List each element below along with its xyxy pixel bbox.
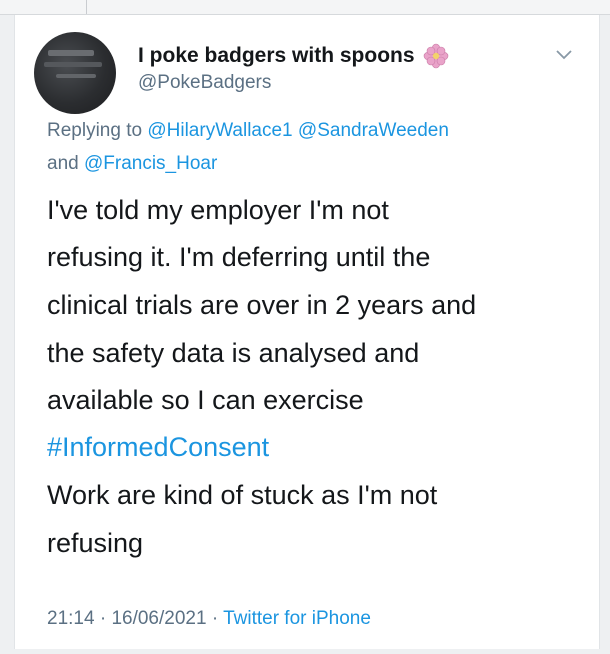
avatar-detail — [56, 74, 96, 78]
tweet-text-line: I've told my employer I'm not — [47, 195, 389, 225]
tweet-meta: 21:14 · 16/06/2021 · Twitter for iPhone — [47, 608, 371, 630]
chevron-down-icon[interactable] — [555, 48, 573, 60]
tweet-date[interactable]: 16/06/2021 — [111, 608, 206, 629]
name-row: I poke badgers with spoons — [138, 43, 449, 69]
mention-link[interactable]: @SandraWeeden — [298, 120, 449, 141]
tweet-text-line: refusing it. I'm deferring until the — [47, 242, 431, 272]
mention-link[interactable]: @HilaryWallace1 — [147, 120, 292, 141]
replying-to-line: and @Francis_Hoar — [47, 153, 217, 175]
tweet-text-line: available so I can exercise — [47, 385, 364, 415]
tweet-text-line: clinical trials are over in 2 years and — [47, 290, 477, 320]
replying-to-line: Replying to @HilaryWallace1 @SandraWeede… — [47, 120, 449, 142]
avatar[interactable] — [34, 32, 116, 114]
replying-to-joiner: and — [47, 153, 79, 174]
hashtag-link[interactable]: #InformedConsent — [47, 432, 269, 462]
tweet-text-line: #InformedConsent — [47, 432, 269, 463]
flower-icon — [423, 43, 449, 69]
avatar-detail — [48, 50, 94, 56]
tweet-text-line: the safety data is analysed and — [47, 338, 420, 368]
avatar-detail — [44, 62, 102, 67]
top-divider — [0, 0, 610, 15]
tweet-source-link[interactable]: Twitter for iPhone — [223, 608, 371, 629]
tweet-text-line: refusing — [47, 528, 144, 558]
user-handle[interactable]: @PokeBadgers — [138, 72, 271, 94]
tweet-time[interactable]: 21:14 — [47, 608, 95, 629]
meta-separator: · — [211, 608, 219, 629]
display-name[interactable]: I poke badgers with spoons — [138, 44, 415, 68]
meta-separator: · — [99, 608, 107, 629]
replying-to-label: Replying to — [47, 120, 143, 141]
mention-link[interactable]: @Francis_Hoar — [84, 153, 217, 174]
divider-tick — [86, 0, 87, 14]
tweet-text-line: Work are kind of stuck as I'm not — [47, 480, 438, 510]
